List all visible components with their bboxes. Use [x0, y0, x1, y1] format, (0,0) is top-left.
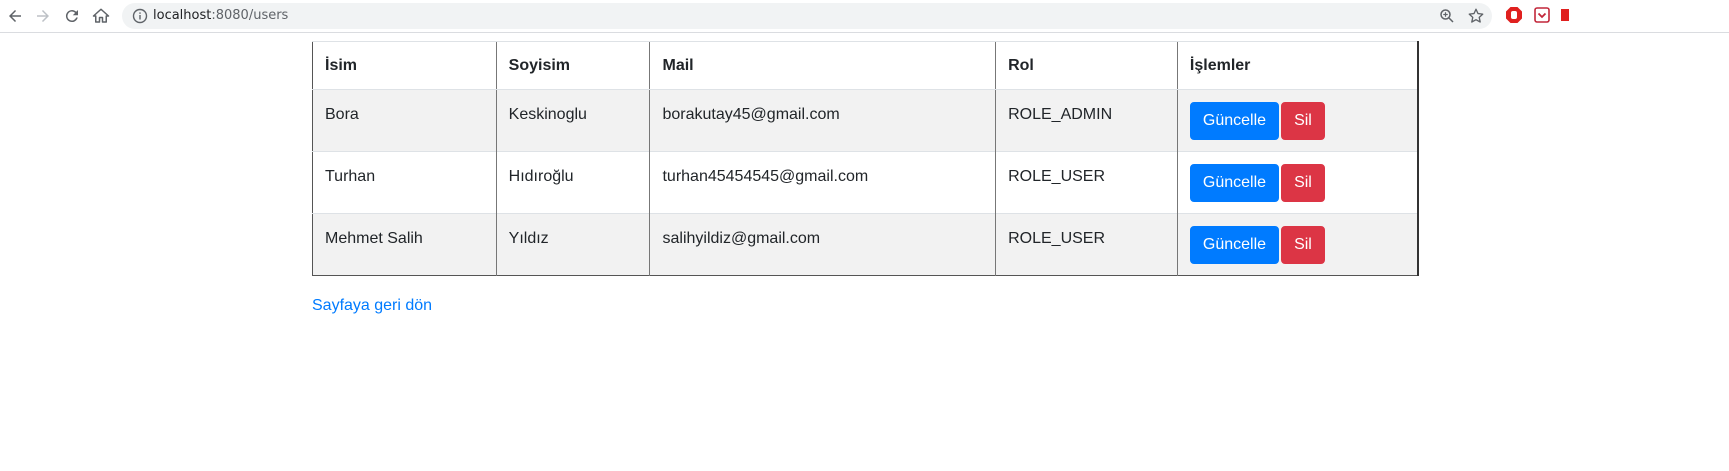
- cell-first-name: Bora: [312, 89, 497, 152]
- table-row: Mehmet Salih Yıldız salihyildiz@gmail.co…: [312, 213, 1418, 276]
- update-button[interactable]: Güncelle: [1189, 226, 1280, 264]
- url-path: :8080/users: [211, 8, 289, 23]
- home-icon[interactable]: [89, 4, 113, 28]
- back-arrow-icon[interactable]: [3, 4, 27, 28]
- url-text: localhost:8080/users: [153, 8, 288, 24]
- bookmark-star-icon[interactable]: [1467, 7, 1485, 25]
- delete-button[interactable]: Sil: [1281, 164, 1325, 202]
- extension-icon[interactable]: [1560, 6, 1578, 24]
- cell-mail: borakutay45@gmail.com: [649, 89, 996, 152]
- delete-button[interactable]: Sil: [1281, 226, 1325, 264]
- update-button[interactable]: Güncelle: [1189, 102, 1280, 140]
- cell-last-name: Hıdıroğlu: [495, 151, 650, 214]
- cell-actions: Güncelle Sil: [1176, 89, 1418, 152]
- header-mail: Mail: [649, 41, 996, 90]
- cell-role: ROLE_ADMIN: [995, 89, 1178, 152]
- pocket-extension-icon[interactable]: [1533, 6, 1551, 24]
- back-to-page-link[interactable]: Sayfaya geri dön: [312, 297, 432, 315]
- cell-actions: Güncelle Sil: [1176, 151, 1418, 214]
- cell-last-name: Keskinoglu: [495, 89, 650, 152]
- cell-first-name: Mehmet Salih: [312, 213, 497, 276]
- header-role: Rol: [995, 41, 1178, 90]
- users-table: İsim Soyisim Mail Rol İşlemler Bora Kesk…: [312, 41, 1419, 276]
- table-row: Turhan Hıdıroğlu turhan45454545@gmail.co…: [312, 151, 1418, 214]
- cell-role: ROLE_USER: [995, 213, 1178, 276]
- header-last-name: Soyisim: [495, 41, 650, 90]
- update-button[interactable]: Güncelle: [1189, 164, 1280, 202]
- url-host: localhost: [153, 8, 212, 23]
- cell-mail: turhan45454545@gmail.com: [649, 151, 996, 214]
- cell-first-name: Turhan: [312, 151, 497, 214]
- table-header-row: İsim Soyisim Mail Rol İşlemler: [312, 41, 1418, 90]
- info-icon[interactable]: [132, 8, 148, 24]
- stop-extension-icon[interactable]: [1505, 6, 1523, 24]
- delete-button[interactable]: Sil: [1281, 102, 1325, 140]
- zoom-icon[interactable]: [1438, 7, 1456, 25]
- header-actions: İşlemler: [1176, 41, 1418, 90]
- cell-role: ROLE_USER: [995, 151, 1178, 214]
- table-row: Bora Keskinoglu borakutay45@gmail.com RO…: [312, 89, 1418, 152]
- reload-icon[interactable]: [60, 4, 84, 28]
- forward-arrow-icon[interactable]: [31, 4, 55, 28]
- header-first-name: İsim: [312, 41, 497, 90]
- cell-last-name: Yıldız: [495, 213, 650, 276]
- cell-mail: salihyildiz@gmail.com: [649, 213, 996, 276]
- address-bar[interactable]: localhost:8080/users: [122, 3, 1492, 29]
- browser-toolbar: localhost:8080/users: [0, 0, 1729, 33]
- cell-actions: Güncelle Sil: [1176, 213, 1418, 276]
